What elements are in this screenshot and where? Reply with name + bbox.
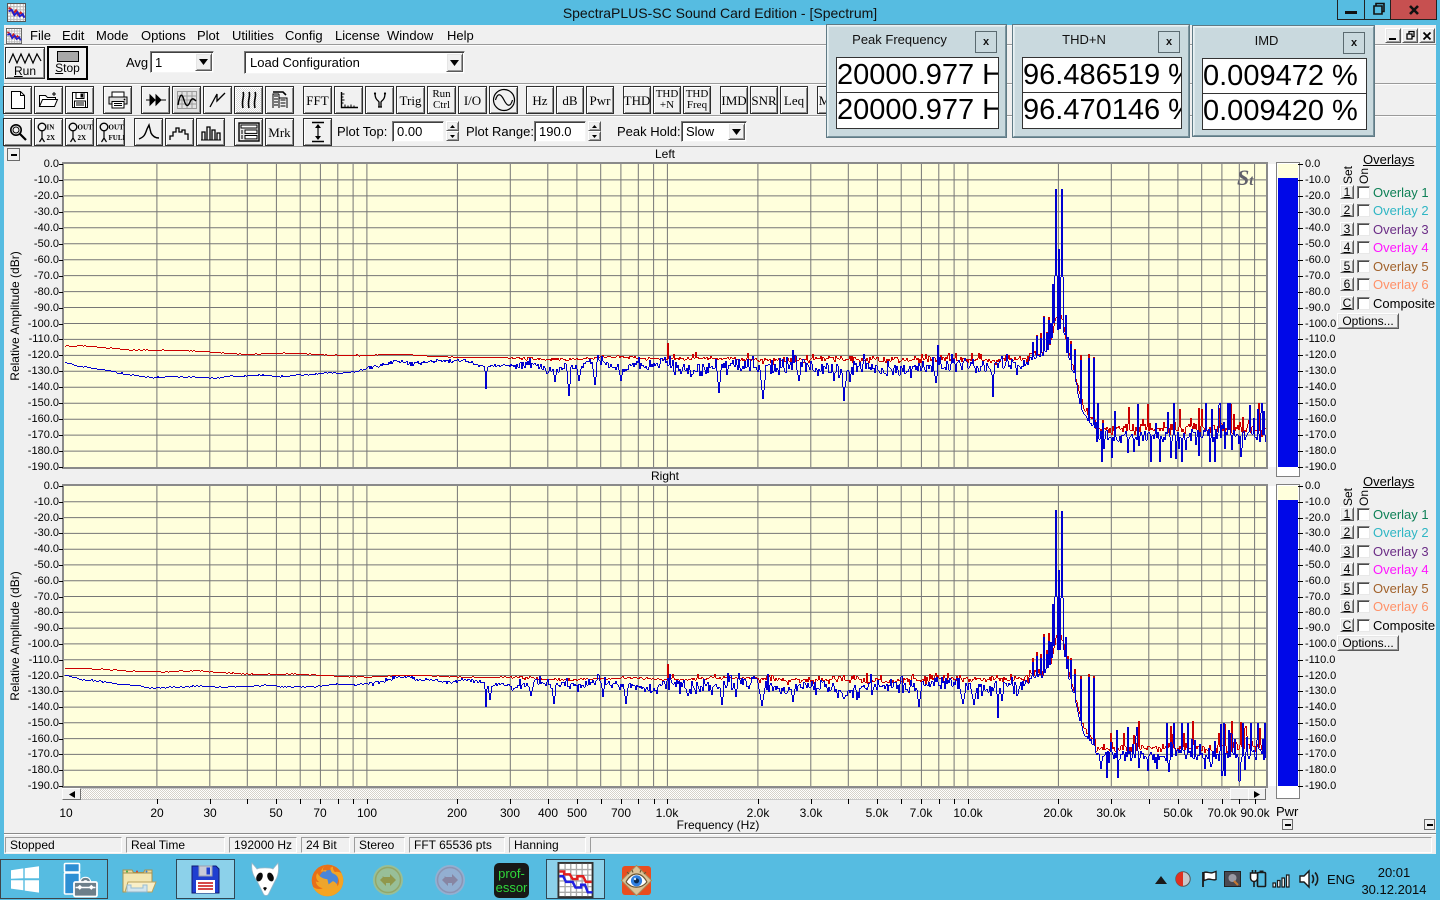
- svg-text:2X: 2X: [46, 134, 55, 142]
- svg-text:2X: 2X: [77, 134, 86, 142]
- svg-text:OUT: OUT: [77, 124, 93, 132]
- svg-text:OUT: OUT: [108, 124, 124, 132]
- svg-text:IN: IN: [46, 124, 54, 132]
- svg-text:FULL: FULL: [108, 134, 124, 142]
